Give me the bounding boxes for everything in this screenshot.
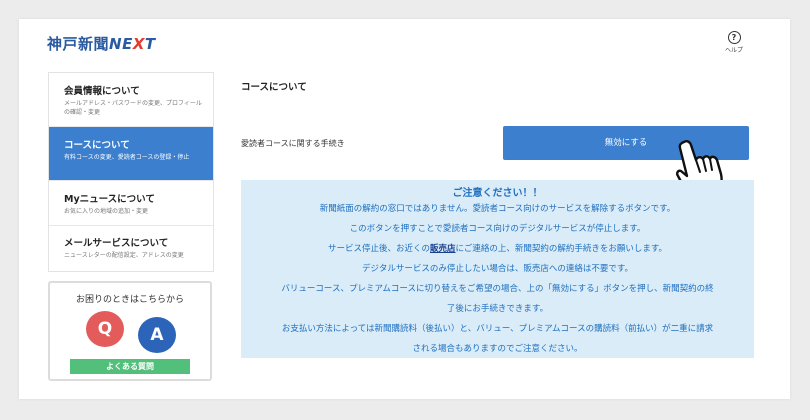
procedure-label: 愛読者コースに関する手続き xyxy=(241,139,345,148)
sidebar-item-title: メールサービスについて xyxy=(64,238,169,249)
notice-line: サービス停止後、お近くの販売店にご連絡の上、新聞契約の解約手続きをお願いします。 xyxy=(241,239,754,259)
sidebar-item-title: Myニュースについて xyxy=(64,194,155,205)
notice-line: 了後にお手続きできます。 xyxy=(446,304,549,314)
sidebar-item-desc: お気に入りの地域の追加・変更 xyxy=(64,208,149,215)
page-title: コースについて xyxy=(241,82,307,93)
faq-title: お困りのときはこちらから xyxy=(75,295,184,305)
notice-line: デジタルサービスのみ停止したい場合は、販売店への連絡は不要です。 xyxy=(362,264,633,274)
faq-button[interactable]: よくある質問 xyxy=(70,359,190,374)
notice-line: バリューコース、プレミアムコースに切り替えをご希望の場合、上の「無効にする」ボタ… xyxy=(281,284,714,294)
notice-line: お支払い方法によっては新聞購読料（後払い）と、バリュー、プレミアムコースの購読料… xyxy=(281,324,714,334)
notice-line: 新聞紙面の解約の窓口ではありません。愛読者コース向けのサービスを解除するボタンで… xyxy=(319,204,676,214)
help-label: ヘルプ xyxy=(724,47,743,54)
sidebar-item-my-news[interactable]: Myニュースについて お気に入りの地域の追加・変更 xyxy=(49,181,213,226)
sidebar-item-mail-service[interactable]: メールサービスについて ニュースレターの配信設定、アドレスの変更 xyxy=(49,226,213,271)
page-frame: 神戸新聞NEXT ? ヘルプ 会員情報について メールアドレス・パスワードの変更… xyxy=(19,19,790,399)
site-logo[interactable]: 神戸新聞NEXT xyxy=(47,33,156,54)
sidebar: 会員情報について メールアドレス・パスワードの変更、プロフィールの確認・変更 コ… xyxy=(48,72,214,272)
notice-box: ご注意ください！！ 新聞紙面の解約の窓口ではありません。愛読者コース向けのサービ… xyxy=(241,180,754,358)
notice-text: にご連絡の上、新聞契約の解約手続きをお願いします。 xyxy=(455,244,667,254)
help-icon: ? xyxy=(727,31,741,44)
sidebar-item-title: コースについて xyxy=(64,140,130,151)
notice-line: される場合もありますのでご注意ください。 xyxy=(412,344,583,354)
logo-next-post: T xyxy=(144,35,156,53)
sidebar-item-title: 会員情報について xyxy=(64,86,140,97)
notice-line: このボタンを押すことで愛読者コース向けのデジタルサービスが停止します。 xyxy=(349,224,646,234)
sidebar-item-desc: 有料コースの変更、愛読者コースの登録・停止 xyxy=(64,154,190,161)
q-bubble-icon: Q xyxy=(86,311,124,347)
sidebar-item-course[interactable]: コースについて 有料コースの変更、愛読者コースの登録・停止 xyxy=(49,127,213,181)
logo-next-x: X xyxy=(132,35,145,53)
sidebar-item-desc: ニュースレターの配信設定、アドレスの変更 xyxy=(64,252,184,259)
a-bubble-icon: A xyxy=(138,317,176,353)
faq-banner[interactable]: お困りのときはこちらから Q A よくある質問 xyxy=(48,281,212,381)
sidebar-item-member-info[interactable]: 会員情報について メールアドレス・パスワードの変更、プロフィールの確認・変更 xyxy=(49,73,213,127)
logo-next-pre: NE xyxy=(109,35,133,53)
notice-text: サービス停止後、お近くの xyxy=(327,244,430,254)
shop-link[interactable]: 販売店 xyxy=(430,244,456,254)
logo-kanji: 神戸新聞 xyxy=(47,35,110,53)
help-button[interactable]: ? ヘルプ xyxy=(719,31,749,54)
sidebar-item-desc: メールアドレス・パスワードの変更、プロフィールの確認・変更 xyxy=(64,100,202,116)
notice-title: ご注意ください！！ xyxy=(452,188,543,199)
